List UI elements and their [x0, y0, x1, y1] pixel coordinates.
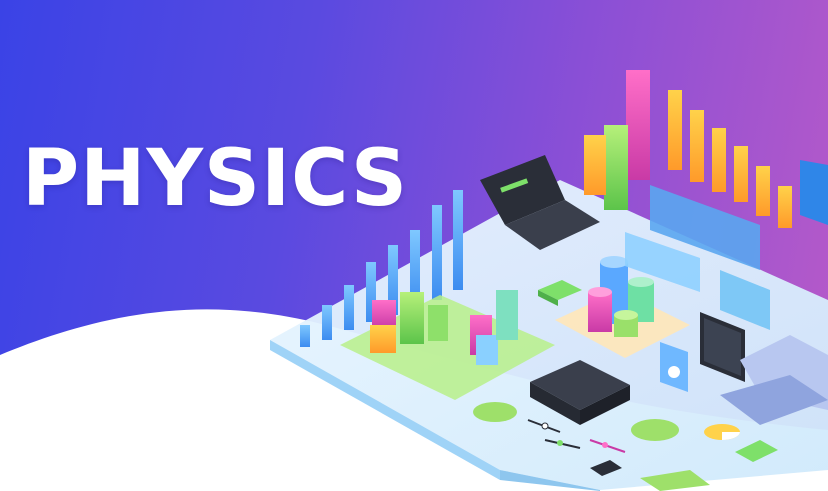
stack-chart-icon	[584, 70, 650, 210]
physics-banner: PHYSICS	[0, 0, 828, 491]
isometric-illustration	[270, 70, 828, 491]
